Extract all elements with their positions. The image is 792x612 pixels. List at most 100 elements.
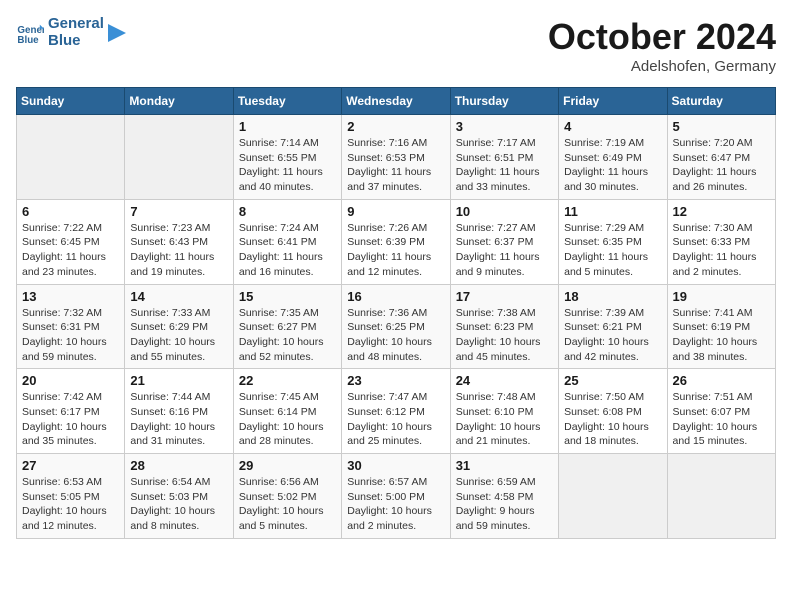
day-info: Sunrise: 7:33 AMSunset: 6:29 PMDaylight:… <box>130 306 227 365</box>
calendar-cell: 22Sunrise: 7:45 AMSunset: 6:14 PMDayligh… <box>233 369 341 454</box>
day-info: Sunrise: 6:59 AMSunset: 4:58 PMDaylight:… <box>456 475 553 534</box>
day-header-wednesday: Wednesday <box>342 88 450 115</box>
calendar-cell: 6 Sunrise: 7:22 AMSunset: 6:45 PMDaylight… <box>17 199 125 284</box>
day-info: Sunrise: 7:16 AMSunset: 6:53 PMDaylight:… <box>347 136 444 195</box>
day-number: 29 <box>239 458 336 473</box>
day-number: 24 <box>456 373 553 388</box>
logo-icon: General Blue <box>16 19 44 47</box>
day-number: 28 <box>130 458 227 473</box>
day-info: Sunrise: 7:50 AMSunset: 6:08 PMDaylight:… <box>564 390 661 449</box>
day-number: 30 <box>347 458 444 473</box>
calendar-cell: 11 Sunrise: 7:29 AMSunset: 6:35 PMDayligh… <box>559 199 667 284</box>
day-info: Sunrise: 7:38 AMSunset: 6:23 PMDaylight:… <box>456 306 553 365</box>
logo-subtext: Blue <box>48 33 104 50</box>
calendar-cell: 4 Sunrise: 7:19 AMSunset: 6:49 PMDaylight… <box>559 115 667 200</box>
day-header-monday: Monday <box>125 88 233 115</box>
day-number: 5 <box>673 119 770 134</box>
month-title: October 2024 <box>548 16 776 58</box>
calendar-week-3: 13 Sunrise: 7:32 AMSunset: 6:31 PMDayligh… <box>17 284 776 369</box>
day-info: Sunrise: 7:47 AMSunset: 6:12 PMDaylight:… <box>347 390 444 449</box>
day-number: 7 <box>130 204 227 219</box>
calendar-cell: 21 Sunrise: 7:44 AMSunset: 6:16 PMDayligh… <box>125 369 233 454</box>
day-info: Sunrise: 7:39 AMSunset: 6:21 PMDaylight:… <box>564 306 661 365</box>
day-info: Sunrise: 7:27 AMSunset: 6:37 PMDaylight:… <box>456 221 553 280</box>
day-number: 31 <box>456 458 553 473</box>
day-number: 17 <box>456 289 553 304</box>
calendar-week-5: 27 Sunrise: 6:53 AMSunset: 5:05 PMDayligh… <box>17 454 776 539</box>
calendar-cell: 20 Sunrise: 7:42 AMSunset: 6:17 PMDayligh… <box>17 369 125 454</box>
calendar-cell: 9Sunrise: 7:26 AMSunset: 6:39 PMDaylight… <box>342 199 450 284</box>
day-number: 19 <box>673 289 770 304</box>
day-number: 15 <box>239 289 336 304</box>
calendar-cell: 13 Sunrise: 7:32 AMSunset: 6:31 PMDayligh… <box>17 284 125 369</box>
day-info: Sunrise: 7:19 AMSunset: 6:49 PMDaylight:… <box>564 136 661 195</box>
day-info: Sunrise: 7:29 AMSunset: 6:35 PMDaylight:… <box>564 221 661 280</box>
day-number: 8 <box>239 204 336 219</box>
calendar-cell: 3Sunrise: 7:17 AMSunset: 6:51 PMDaylight… <box>450 115 558 200</box>
day-number: 21 <box>130 373 227 388</box>
calendar-cell: 25 Sunrise: 7:50 AMSunset: 6:08 PMDayligh… <box>559 369 667 454</box>
day-info: Sunrise: 7:22 AMSunset: 6:45 PMDaylight:… <box>22 221 119 280</box>
calendar-cell: 1 Sunrise: 7:14 AMSunset: 6:55 PMDaylight… <box>233 115 341 200</box>
calendar-cell: 8Sunrise: 7:24 AMSunset: 6:41 PMDaylight… <box>233 199 341 284</box>
day-number: 12 <box>673 204 770 219</box>
calendar-cell: 12 Sunrise: 7:30 AMSunset: 6:33 PMDayligh… <box>667 199 775 284</box>
day-info: Sunrise: 7:36 AMSunset: 6:25 PMDaylight:… <box>347 306 444 365</box>
day-header-tuesday: Tuesday <box>233 88 341 115</box>
calendar-cell: 24 Sunrise: 7:48 AMSunset: 6:10 PMDayligh… <box>450 369 558 454</box>
logo-text: General <box>48 15 104 32</box>
title-block: October 2024 Adelshofen, Germany <box>548 16 776 75</box>
day-info: Sunrise: 7:30 AMSunset: 6:33 PMDaylight:… <box>673 221 770 280</box>
day-number: 10 <box>456 204 553 219</box>
day-info: Sunrise: 7:26 AMSunset: 6:39 PMDaylight:… <box>347 221 444 280</box>
day-number: 26 <box>673 373 770 388</box>
day-info: Sunrise: 7:44 AMSunset: 6:16 PMDaylight:… <box>130 390 227 449</box>
calendar-cell <box>667 454 775 539</box>
calendar-cell <box>17 115 125 200</box>
calendar-cell: 23Sunrise: 7:47 AMSunset: 6:12 PMDayligh… <box>342 369 450 454</box>
day-number: 13 <box>22 289 119 304</box>
day-header-saturday: Saturday <box>667 88 775 115</box>
calendar-cell: 26 Sunrise: 7:51 AMSunset: 6:07 PMDayligh… <box>667 369 775 454</box>
day-info: Sunrise: 7:20 AMSunset: 6:47 PMDaylight:… <box>673 136 770 195</box>
calendar-cell: 10 Sunrise: 7:27 AMSunset: 6:37 PMDayligh… <box>450 199 558 284</box>
calendar-cell: 29Sunrise: 6:56 AMSunset: 5:02 PMDayligh… <box>233 454 341 539</box>
day-number: 27 <box>22 458 119 473</box>
svg-text:Blue: Blue <box>17 34 39 45</box>
calendar-cell: 30Sunrise: 6:57 AMSunset: 5:00 PMDayligh… <box>342 454 450 539</box>
calendar-cell <box>125 115 233 200</box>
calendar-cell: 28 Sunrise: 6:54 AMSunset: 5:03 PMDayligh… <box>125 454 233 539</box>
day-number: 11 <box>564 204 661 219</box>
day-info: Sunrise: 7:35 AMSunset: 6:27 PMDaylight:… <box>239 306 336 365</box>
day-info: Sunrise: 7:17 AMSunset: 6:51 PMDaylight:… <box>456 136 553 195</box>
calendar-cell: 14 Sunrise: 7:33 AMSunset: 6:29 PMDayligh… <box>125 284 233 369</box>
day-header-friday: Friday <box>559 88 667 115</box>
calendar-cell: 31 Sunrise: 6:59 AMSunset: 4:58 PMDayligh… <box>450 454 558 539</box>
calendar-table: SundayMondayTuesdayWednesdayThursdayFrid… <box>16 87 776 539</box>
day-info: Sunrise: 6:54 AMSunset: 5:03 PMDaylight:… <box>130 475 227 534</box>
day-number: 18 <box>564 289 661 304</box>
day-number: 22 <box>239 373 336 388</box>
day-info: Sunrise: 7:42 AMSunset: 6:17 PMDaylight:… <box>22 390 119 449</box>
calendar-cell: 2 Sunrise: 7:16 AMSunset: 6:53 PMDaylight… <box>342 115 450 200</box>
calendar-cell: 19 Sunrise: 7:41 AMSunset: 6:19 PMDayligh… <box>667 284 775 369</box>
calendar-week-1: 1 Sunrise: 7:14 AMSunset: 6:55 PMDaylight… <box>17 115 776 200</box>
day-number: 4 <box>564 119 661 134</box>
day-number: 25 <box>564 373 661 388</box>
day-number: 1 <box>239 119 336 134</box>
day-number: 2 <box>347 119 444 134</box>
day-info: Sunrise: 7:41 AMSunset: 6:19 PMDaylight:… <box>673 306 770 365</box>
day-info: Sunrise: 7:48 AMSunset: 6:10 PMDaylight:… <box>456 390 553 449</box>
calendar-header-row: SundayMondayTuesdayWednesdayThursdayFrid… <box>17 88 776 115</box>
calendar-week-4: 20 Sunrise: 7:42 AMSunset: 6:17 PMDayligh… <box>17 369 776 454</box>
calendar-cell <box>559 454 667 539</box>
day-number: 6 <box>22 204 119 219</box>
day-info: Sunrise: 6:53 AMSunset: 5:05 PMDaylight:… <box>22 475 119 534</box>
day-header-sunday: Sunday <box>17 88 125 115</box>
calendar-cell: 15 Sunrise: 7:35 AMSunset: 6:27 PMDayligh… <box>233 284 341 369</box>
day-number: 20 <box>22 373 119 388</box>
day-number: 14 <box>130 289 227 304</box>
day-info: Sunrise: 7:32 AMSunset: 6:31 PMDaylight:… <box>22 306 119 365</box>
day-info: Sunrise: 7:14 AMSunset: 6:55 PMDaylight:… <box>239 136 336 195</box>
day-info: Sunrise: 7:51 AMSunset: 6:07 PMDaylight:… <box>673 390 770 449</box>
